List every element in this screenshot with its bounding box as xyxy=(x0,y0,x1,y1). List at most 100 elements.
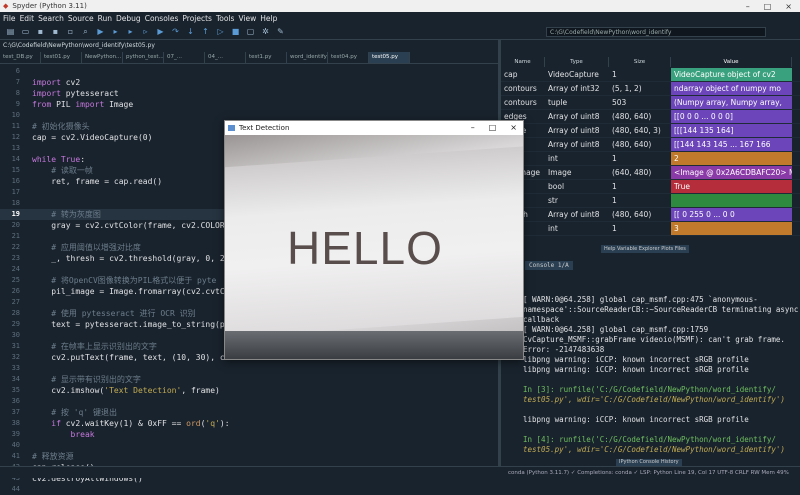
camera-close-button[interactable]: × xyxy=(510,121,517,135)
find-icon[interactable]: ⌕ xyxy=(81,27,90,36)
line-number: 26 xyxy=(11,287,20,295)
settings-icon[interactable]: ✲ xyxy=(261,27,270,36)
variable-row[interactable]: pil_imageImage(640, 480)<Image @ 0x2A6CD… xyxy=(501,166,800,180)
line-number: 39 xyxy=(11,430,20,438)
editor-tab[interactable]: word_identify xyxy=(287,52,328,63)
code-line[interactable]: 34 # 显示带有识别出的文字 xyxy=(0,374,498,385)
menu-file[interactable]: File xyxy=(3,14,16,23)
menu-run[interactable]: Run xyxy=(98,14,112,23)
menu-debug[interactable]: Debug xyxy=(116,14,141,23)
step-into-icon[interactable]: ↓ xyxy=(186,27,195,36)
code-line[interactable]: 33 xyxy=(0,363,498,374)
code-line[interactable]: 40 xyxy=(0,440,498,451)
menu-projects[interactable]: Projects xyxy=(182,14,212,23)
code-line[interactable]: 35 cv2.imshow('Text Detection', frame) xyxy=(0,385,498,396)
menu-help[interactable]: Help xyxy=(260,14,277,23)
line-number: 27 xyxy=(11,298,20,306)
menu-tools[interactable]: Tools xyxy=(216,14,234,23)
editor-tab[interactable]: NewPython... xyxy=(82,52,123,63)
save-all-icon[interactable]: ▪ xyxy=(51,27,60,36)
code-text: # 初始化摄像头 xyxy=(32,122,90,131)
editor-tab[interactable]: 07_... xyxy=(164,52,205,63)
menu-search[interactable]: Search xyxy=(38,14,64,23)
python-path-icon[interactable]: ✎ xyxy=(276,27,285,36)
variable-row[interactable]: contours tuple 503 (Numpy array, Numpy arra… xyxy=(501,96,800,110)
maximize-pane-icon[interactable]: ▢ xyxy=(246,27,255,36)
line-number: 29 xyxy=(11,320,20,328)
console-line: libpng warning: iCCP: known incorrect sR… xyxy=(523,355,749,364)
editor-tab[interactable]: 04_... xyxy=(205,52,246,63)
var-type: Array of uint8 xyxy=(548,112,600,121)
minimize-button[interactable]: – xyxy=(746,2,750,11)
col-name[interactable]: Name xyxy=(501,57,545,67)
console-pane-tabs[interactable]: IPython Console History xyxy=(616,459,682,466)
var-type: Array of uint8 xyxy=(548,140,600,149)
code-line[interactable]: 37 # 按 'q' 键退出 xyxy=(0,407,498,418)
code-line[interactable]: 38 if cv2.waitKey(1) & 0xFF == ord('q'): xyxy=(0,418,498,429)
variable-row[interactable]: cap VideoCapture 1 VideoCapture object of c… xyxy=(501,68,800,82)
line-number: 35 xyxy=(11,386,20,394)
menu-edit[interactable]: Edit xyxy=(20,14,35,23)
code-line[interactable]: 9 from PIL import Image xyxy=(0,99,498,110)
camera-window-title: Text Detection xyxy=(239,124,290,132)
editor-tab[interactable]: test05.py xyxy=(369,52,410,63)
camera-maximize-button[interactable]: □ xyxy=(489,121,497,135)
col-size[interactable]: Size xyxy=(609,57,671,67)
run-cell-advance-icon[interactable]: ▸ xyxy=(126,27,135,36)
run-selection-icon[interactable]: ▹ xyxy=(141,27,150,36)
code-line[interactable]: 6 xyxy=(0,66,498,77)
variable-row[interactable]: xint13 xyxy=(501,222,800,236)
col-type[interactable]: Type xyxy=(545,57,609,67)
run-cell-icon[interactable]: ▸ xyxy=(111,27,120,36)
line-number: 12 xyxy=(11,133,20,141)
variable-row[interactable]: retbool1True xyxy=(501,180,800,194)
editor-tab[interactable]: test1.py xyxy=(246,52,287,63)
code-text: _, thresh = cv2.threshold(gray, 0, 25 xyxy=(32,254,230,263)
col-value[interactable]: Value xyxy=(671,57,792,67)
camera-minimize-button[interactable]: – xyxy=(471,121,475,135)
variable-row[interactable]: grayArray of uint8(480, 640)[[144 143 14… xyxy=(501,138,800,152)
variable-row[interactable]: textstr1 xyxy=(501,194,800,208)
editor-tab[interactable]: test01.py xyxy=(41,52,82,63)
text-detection-window[interactable]: Text Detection – □ × HELLO xyxy=(224,120,524,360)
step-return-icon[interactable]: ↑ xyxy=(201,27,210,36)
code-line[interactable]: 8 import pytesseract xyxy=(0,88,498,99)
editor-tab[interactable]: test_DB.py xyxy=(0,52,41,63)
variable-row[interactable]: frameArray of uint8(480, 640, 3)[[[144 1… xyxy=(501,124,800,138)
maximize-button[interactable]: □ xyxy=(764,2,772,11)
line-number: 7 xyxy=(15,78,20,86)
continue-icon[interactable]: ▷ xyxy=(216,27,225,36)
code-text: ret, frame = cap.read() xyxy=(32,177,163,186)
menu-view[interactable]: View xyxy=(238,14,256,23)
variable-row[interactable]: contours Array of int32 (5, 1, 2) ndarray o… xyxy=(501,82,800,96)
editor-tab[interactable]: test04.py xyxy=(328,52,369,63)
close-button[interactable]: × xyxy=(785,2,792,11)
code-line[interactable]: 36 xyxy=(0,396,498,407)
print-icon[interactable]: ▫ xyxy=(66,27,75,36)
var-value: 3 xyxy=(671,222,792,235)
new-file-icon[interactable]: ▤ xyxy=(6,27,15,36)
run-icon[interactable]: ▶ xyxy=(96,27,105,36)
debug-icon[interactable]: ▶ xyxy=(156,27,165,36)
variable-row[interactable]: threshArray of uint8(480, 640)[[ 0 255 0… xyxy=(501,208,800,222)
console-tab[interactable]: Console 1/A xyxy=(525,261,573,270)
menu-consoles[interactable]: Consoles xyxy=(145,14,179,23)
save-icon[interactable]: ▪ xyxy=(36,27,45,36)
code-line[interactable]: 41 # 释放资源 xyxy=(0,451,498,462)
variable-pane-tabs[interactable]: Help Variable Explorer Plots Files xyxy=(601,245,689,253)
code-line[interactable]: 44 xyxy=(0,484,498,495)
ipython-console[interactable]: Console 1/A [ WARN:0@64.258] global cap_… xyxy=(501,255,800,466)
stop-icon[interactable]: ■ xyxy=(231,27,240,36)
step-icon[interactable]: ↷ xyxy=(171,27,180,36)
code-line[interactable]: 39 break xyxy=(0,429,498,440)
line-number: 31 xyxy=(11,342,20,350)
editor-tabs: test_DB.py test01.py NewPython... python_te… xyxy=(0,52,498,64)
line-number: 8 xyxy=(15,89,20,97)
open-file-icon[interactable]: ▭ xyxy=(21,27,30,36)
menu-source[interactable]: Source xyxy=(68,14,94,23)
code-line[interactable]: 7 import cv2 xyxy=(0,77,498,88)
variable-row[interactable]: iint12 xyxy=(501,152,800,166)
editor-tab[interactable]: python_test... xyxy=(123,52,164,63)
working-directory-input[interactable]: C:\G\Codefield\NewPython\word_identify xyxy=(546,27,766,37)
variable-row[interactable]: edges Array of uint8 (480, 640) [[0 0 0 ...… xyxy=(501,110,800,124)
